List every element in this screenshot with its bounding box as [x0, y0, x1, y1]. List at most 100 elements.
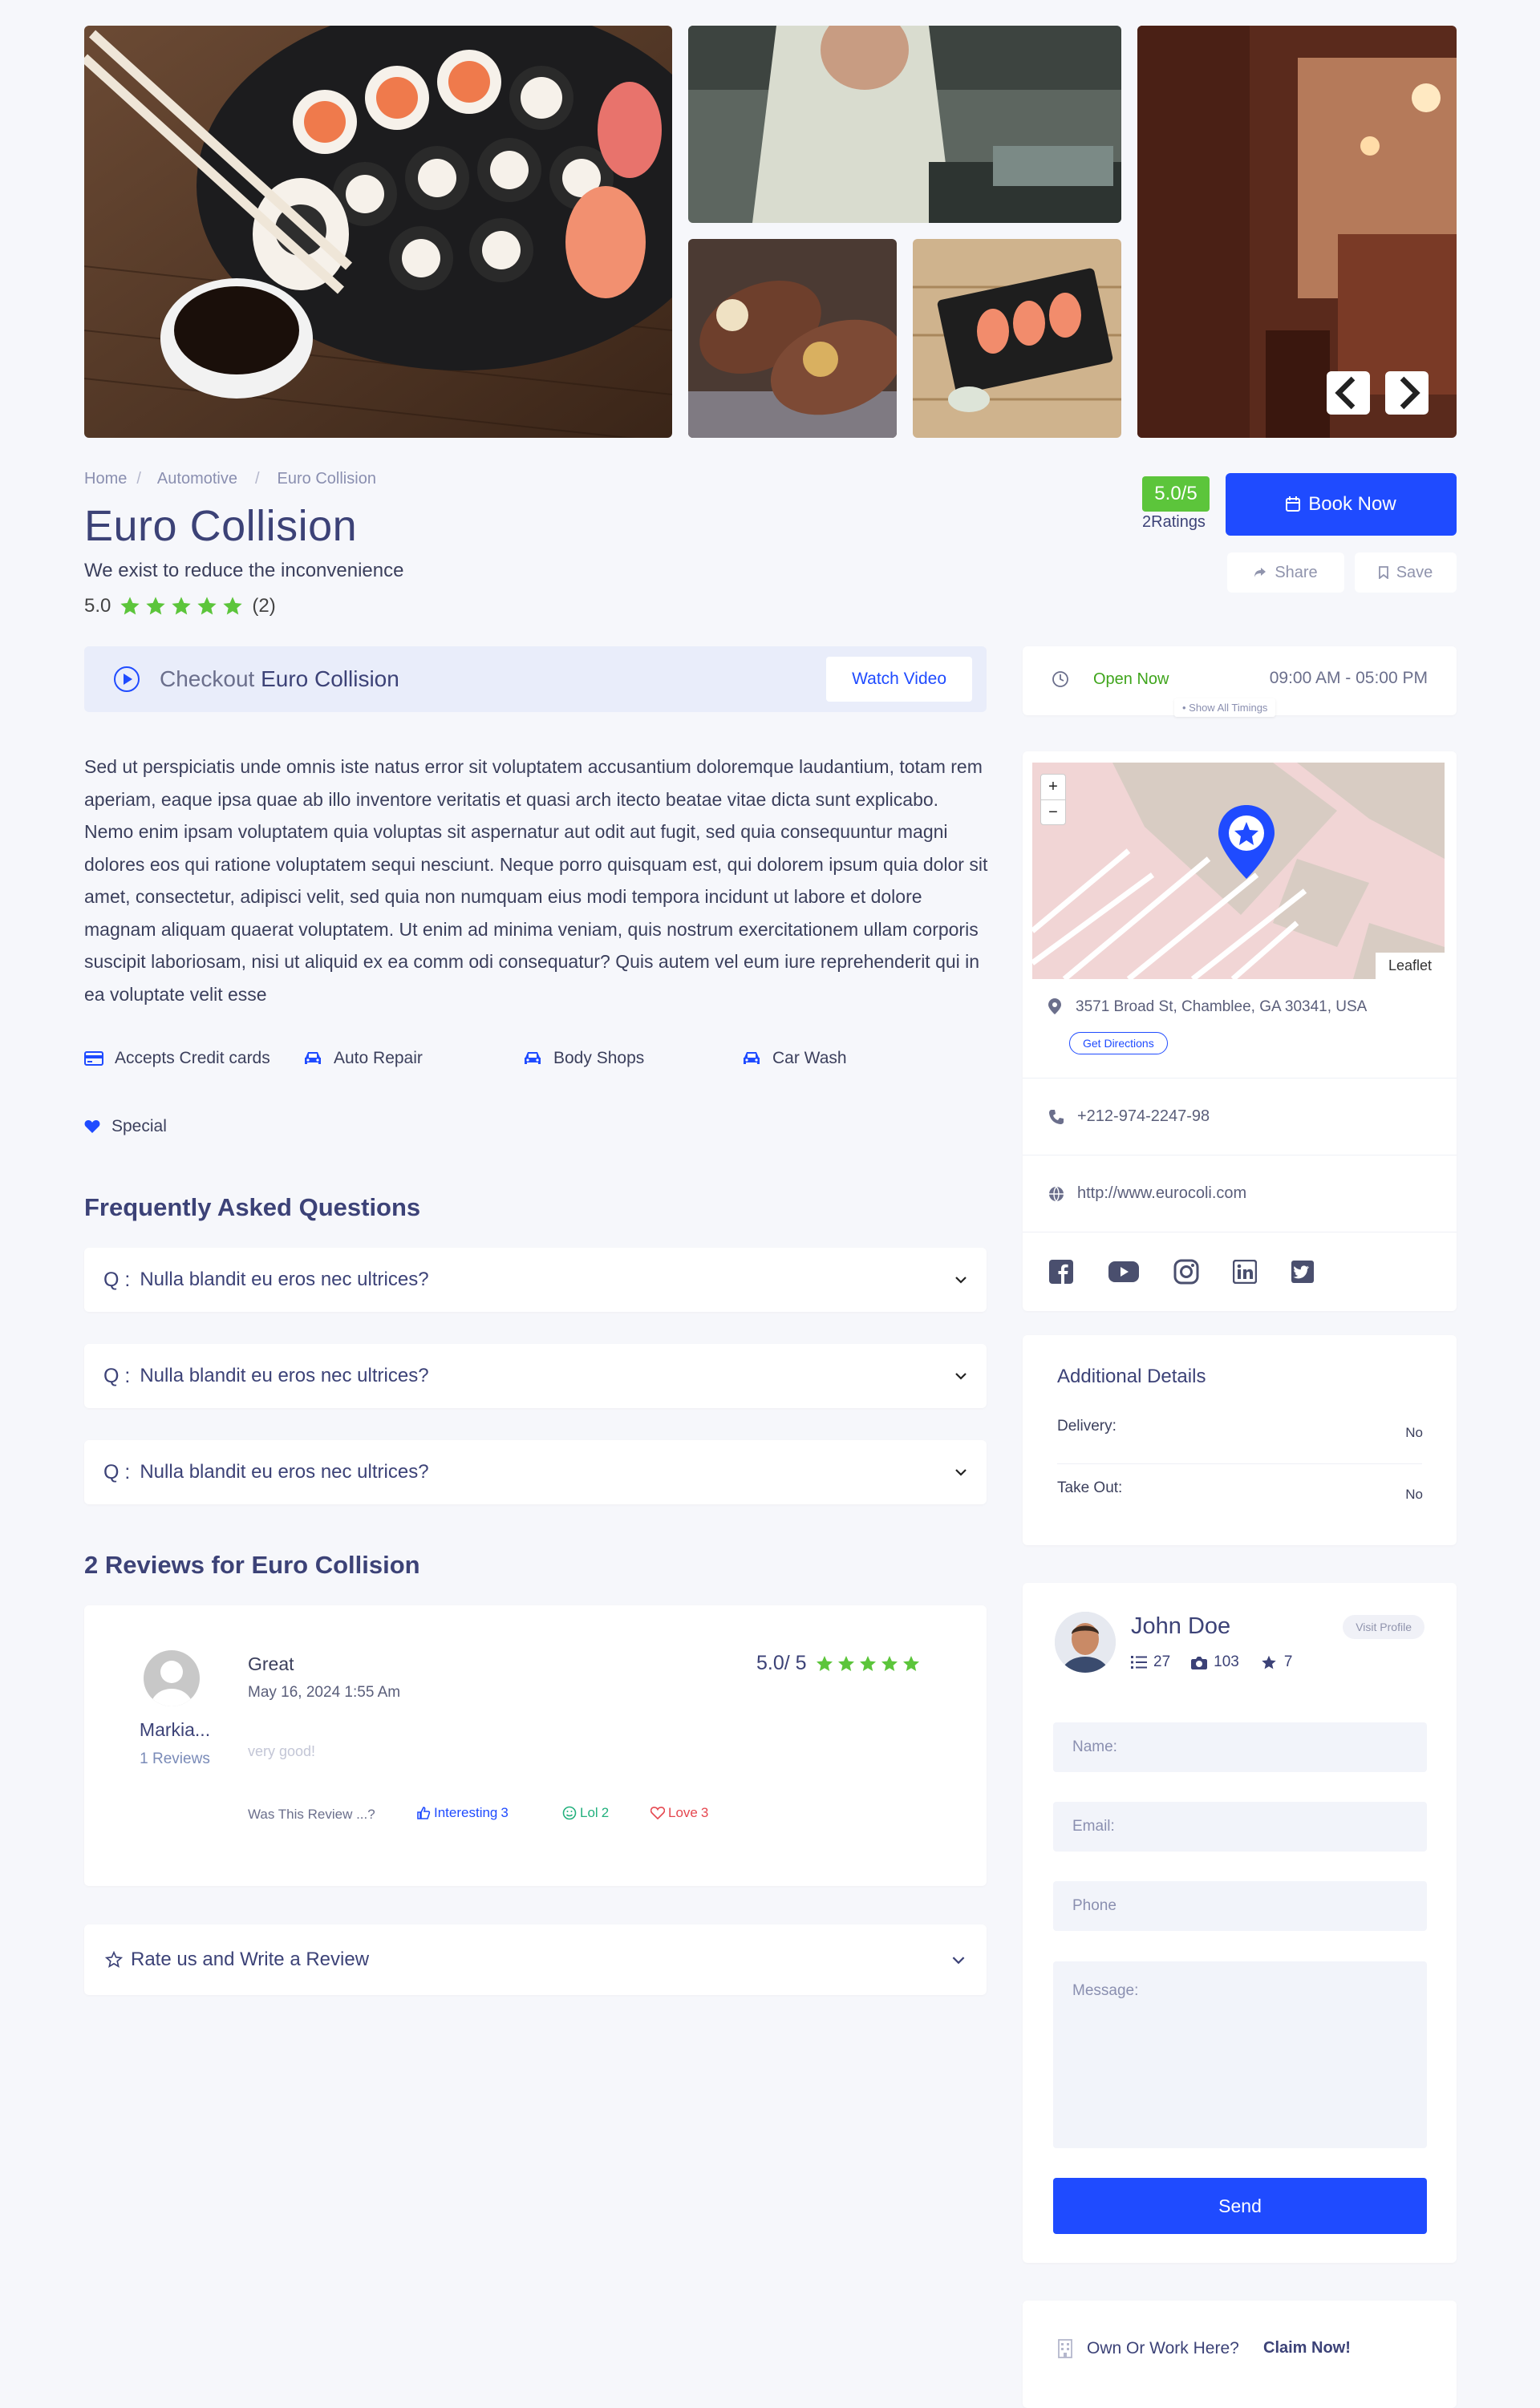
- feature-label: Special: [111, 1117, 167, 1135]
- star-outline-icon: [105, 1951, 123, 1968]
- gallery-photo-sushi-box[interactable]: [913, 239, 1121, 438]
- visit-profile-button[interactable]: Visit Profile: [1343, 1615, 1424, 1639]
- breadcrumb-automotive[interactable]: Automotive: [157, 470, 237, 488]
- phone-field[interactable]: Phone: [1053, 1881, 1427, 1931]
- review-headline: Great: [248, 1653, 294, 1674]
- car-icon: [525, 1052, 541, 1064]
- name-field[interactable]: Name:: [1053, 1722, 1427, 1772]
- get-directions-button[interactable]: Get Directions: [1069, 1032, 1168, 1054]
- take-out-value: No: [1405, 1487, 1423, 1502]
- gallery-photo-cannoli[interactable]: [688, 239, 897, 438]
- building-icon: [1058, 2339, 1072, 2358]
- star-icon: [223, 597, 243, 615]
- star-icon: [816, 1655, 833, 1671]
- globe-icon: [1049, 1186, 1064, 1201]
- review-score-value: 5.0/ 5: [756, 1652, 807, 1674]
- faq-q-label: Q :: [103, 1460, 131, 1483]
- watch-video-button[interactable]: Watch Video: [826, 657, 972, 702]
- chevron-down-icon: [952, 1956, 965, 1964]
- credit-card-icon: [84, 1051, 103, 1066]
- owner-name[interactable]: John Doe: [1131, 1613, 1230, 1640]
- claim-now-link[interactable]: Claim Now!: [1263, 2339, 1351, 2357]
- phone-number: +212-974-2247-98: [1077, 1107, 1210, 1125]
- delivery-value: No: [1405, 1425, 1423, 1440]
- social-links: [1023, 1232, 1457, 1311]
- hours-card: Open Now 09:00 AM - 05:00 PM • Show All …: [1023, 646, 1457, 717]
- gallery-photo-restaurant-interior[interactable]: [1137, 26, 1457, 438]
- phone-row[interactable]: +212-974-2247-98: [1023, 1078, 1457, 1155]
- instagram-icon[interactable]: [1173, 1259, 1199, 1285]
- calendar-icon: [1286, 496, 1301, 512]
- gallery-photo-sushi-platter[interactable]: [84, 26, 672, 438]
- reaction-lol[interactable]: Lol 2: [562, 1805, 609, 1821]
- review-author[interactable]: Markia...: [131, 1719, 219, 1741]
- heart-outline-icon: [650, 1807, 665, 1819]
- chevron-left-icon: [1335, 376, 1356, 410]
- send-button[interactable]: Send: [1053, 2178, 1427, 2234]
- reaction-love-label: Love: [668, 1805, 698, 1820]
- reaction-love[interactable]: Love 3: [650, 1805, 708, 1821]
- map-zoom-out-button[interactable]: −: [1041, 800, 1065, 825]
- share-button[interactable]: Share: [1227, 552, 1344, 593]
- chevron-down-icon: [955, 1373, 967, 1380]
- owner-listings-count: 27: [1153, 1653, 1171, 1670]
- faq-question: Nulla blandit eu eros nec ultrices?: [140, 1365, 429, 1386]
- map-attribution[interactable]: Leaflet: [1375, 953, 1445, 979]
- faq-item[interactable]: Q : Nulla blandit eu eros nec ultrices?: [84, 1440, 987, 1504]
- linkedin-icon[interactable]: [1233, 1260, 1257, 1284]
- website-row[interactable]: http://www.eurocoli.com: [1023, 1155, 1457, 1232]
- show-all-label: Show All Timings: [1189, 702, 1268, 714]
- owner-reviews-count: 7: [1283, 1653, 1293, 1670]
- map-zoom-control: + −: [1040, 774, 1066, 825]
- owner-contact-card: John Doe Visit Profile 27 103 7 Name: Em…: [1023, 1583, 1457, 2263]
- book-now-button[interactable]: Book Now: [1226, 473, 1457, 536]
- twitter-icon[interactable]: [1291, 1260, 1315, 1284]
- reaction-lol-label: Lol: [580, 1805, 598, 1820]
- map-pin-icon: [1048, 998, 1061, 1014]
- breadcrumb-home[interactable]: Home: [84, 470, 127, 488]
- camera-icon: [1191, 1656, 1208, 1669]
- map-zoom-in-button[interactable]: +: [1041, 775, 1065, 800]
- facebook-icon[interactable]: [1048, 1259, 1074, 1285]
- video-bar: Checkout Euro Collision Watch Video: [84, 646, 987, 712]
- book-now-label: Book Now: [1308, 493, 1396, 515]
- faq-q-label: Q :: [103, 1364, 131, 1387]
- phone-icon: [1049, 1109, 1064, 1124]
- review-date: May 16, 2024 1:55 Am: [248, 1684, 401, 1701]
- clock-icon: [1052, 671, 1068, 687]
- location-map[interactable]: + − Leaflet: [1032, 763, 1445, 979]
- gallery-prev-button[interactable]: [1327, 371, 1370, 415]
- breadcrumb-separator: /: [254, 470, 260, 488]
- avatar[interactable]: [1055, 1612, 1116, 1673]
- additional-details-title: Additional Details: [1057, 1366, 1206, 1387]
- smile-icon: [562, 1806, 577, 1820]
- list-icon: [1131, 1656, 1147, 1669]
- save-button[interactable]: Save: [1355, 552, 1457, 593]
- review-card: Markia... 1 Reviews Great May 16, 2024 1…: [84, 1605, 987, 1886]
- faq-title: Frequently Asked Questions: [84, 1193, 421, 1221]
- faq-item[interactable]: Q : Nulla blandit eu eros nec ultrices?: [84, 1248, 987, 1312]
- feature-car-wash: Car Wash: [742, 1049, 847, 1068]
- feature-credit-cards: Accepts Credit cards: [84, 1049, 270, 1068]
- feature-body-shops: Body Shops: [523, 1049, 644, 1068]
- show-all-dot: •: [1182, 702, 1189, 714]
- star-icon: [837, 1655, 854, 1671]
- star-icon: [120, 597, 140, 615]
- reaction-interesting[interactable]: Interesting 3: [416, 1805, 509, 1821]
- youtube-icon[interactable]: [1108, 1261, 1140, 1283]
- heart-icon: [84, 1120, 100, 1133]
- faq-item[interactable]: Q : Nulla blandit eu eros nec ultrices?: [84, 1344, 987, 1408]
- message-field[interactable]: Message:: [1053, 1961, 1427, 2148]
- chevron-right-icon: [1400, 376, 1420, 410]
- email-field[interactable]: Email:: [1053, 1802, 1427, 1852]
- car-icon: [305, 1052, 321, 1064]
- divider: [1057, 1463, 1422, 1464]
- gallery-photo-chef[interactable]: [688, 26, 1121, 223]
- score-badge: 5.0/5: [1142, 476, 1210, 512]
- write-review-toggle[interactable]: Rate us and Write a Review: [84, 1924, 987, 1995]
- breadcrumb: Home / Automotive / Euro Collision: [84, 470, 376, 488]
- show-all-timings-button[interactable]: • Show All Timings: [1174, 698, 1276, 717]
- listing-tagline: We exist to reduce the inconvenience: [84, 560, 404, 581]
- gallery-next-button[interactable]: [1385, 371, 1429, 415]
- play-icon[interactable]: [113, 666, 140, 693]
